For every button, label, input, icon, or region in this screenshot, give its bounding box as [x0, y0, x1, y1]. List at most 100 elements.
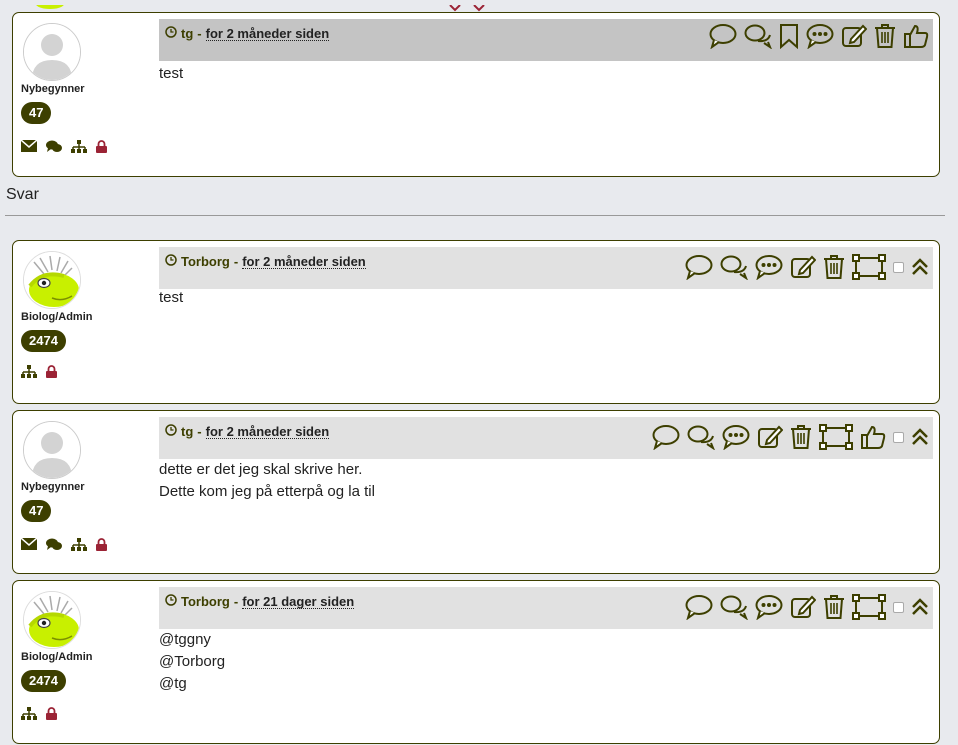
comments-icon[interactable]	[720, 594, 748, 620]
post-meta: Torborg - for 2 måneder siden	[165, 254, 366, 269]
post-meta: tg - for 2 måneder siden	[165, 26, 330, 41]
chevron-double-up-icon[interactable]	[911, 427, 929, 447]
post-body: @tggny @Torborg @tg	[159, 629, 225, 695]
comment-icon[interactable]	[709, 23, 737, 49]
clock-icon	[165, 254, 177, 269]
edit-icon[interactable]	[790, 594, 816, 620]
chevron-double-up-icon[interactable]	[911, 597, 929, 617]
lock-icon[interactable]	[46, 706, 57, 720]
edit-icon[interactable]	[790, 254, 816, 280]
trash-icon[interactable]	[823, 594, 845, 620]
user-icons	[21, 706, 57, 720]
post-author-link[interactable]: tg	[181, 424, 193, 439]
thumbs-up-icon[interactable]	[903, 23, 929, 49]
user-avatar-default[interactable]	[23, 421, 81, 479]
trash-icon[interactable]	[874, 23, 896, 49]
post-line: test	[159, 65, 184, 82]
comment-icon[interactable]	[685, 594, 713, 620]
post-header-bar: Torborg - for 2 måneder siden	[159, 247, 933, 289]
sitemap-icon[interactable]	[71, 537, 87, 551]
select-checkbox[interactable]	[893, 431, 904, 443]
post-count-badge: 47	[21, 102, 52, 124]
comment-dots-icon[interactable]	[755, 594, 783, 620]
select-frame-icon[interactable]	[819, 424, 853, 450]
post-actions	[652, 422, 929, 452]
user-icons	[21, 364, 57, 378]
sitemap-icon[interactable]	[21, 364, 37, 378]
post-actions	[685, 592, 929, 622]
sitemap-icon[interactable]	[71, 139, 87, 153]
reply-card: Biolog/Admin 2474 Torborg - for 2 månede…	[12, 240, 940, 404]
post-time-link[interactable]: for 2 måneder siden	[205, 425, 330, 439]
envelope-icon[interactable]	[21, 538, 37, 550]
post-time-link[interactable]: for 2 måneder siden	[205, 27, 330, 41]
sitemap-icon[interactable]	[21, 706, 37, 720]
post-line: test	[159, 289, 184, 306]
post-card: Nybegynner 47 tg - for 2 måneder siden t…	[12, 12, 940, 177]
trash-icon[interactable]	[823, 254, 845, 280]
user-icons	[21, 139, 107, 153]
user-avatar-default[interactable]	[23, 23, 81, 81]
bookmark-icon[interactable]	[779, 23, 799, 49]
post-count-badge: 2474	[21, 670, 66, 692]
post-author-link[interactable]: Torborg	[181, 254, 230, 269]
edit-icon[interactable]	[841, 23, 867, 49]
select-checkbox[interactable]	[893, 601, 904, 613]
post-body: dette er det jeg skal skrive her. Dette …	[159, 459, 375, 503]
comment-icon[interactable]	[685, 254, 713, 280]
post-meta: Torborg - for 21 dager siden	[165, 594, 355, 609]
post-body: test	[159, 63, 183, 85]
user-avatar-admin[interactable]	[23, 591, 81, 649]
top-strip-partial	[0, 0, 958, 12]
lock-icon[interactable]	[46, 364, 57, 378]
post-time-link[interactable]: for 2 måneder siden	[242, 255, 366, 269]
post-meta: tg - for 2 måneder siden	[165, 424, 330, 439]
lock-icon[interactable]	[96, 537, 107, 551]
comment-icon[interactable]	[652, 424, 680, 450]
comment-dots-icon[interactable]	[755, 254, 783, 280]
post-line: dette er det jeg skal skrive her.	[159, 461, 363, 478]
post-header-bar: Torborg - for 21 dager siden	[159, 587, 933, 629]
post-author-link[interactable]: tg	[181, 26, 193, 41]
reply-heading: Svar	[6, 186, 39, 203]
post-body: test	[159, 287, 183, 309]
user-rank: Nybegynner	[21, 83, 85, 95]
meta-separator: -	[197, 424, 202, 439]
comment-dots-icon[interactable]	[806, 23, 834, 49]
chat-bubbles-icon[interactable]	[46, 140, 62, 153]
post-count-badge: 47	[21, 500, 52, 522]
user-icons	[21, 537, 107, 551]
post-actions	[685, 252, 929, 282]
clock-icon	[165, 594, 177, 609]
post-line: @Torborg	[159, 653, 226, 670]
envelope-icon[interactable]	[21, 140, 37, 152]
post-line: @tggny	[159, 631, 211, 648]
select-frame-icon[interactable]	[852, 594, 886, 620]
thumbs-up-icon[interactable]	[860, 424, 886, 450]
comments-icon[interactable]	[720, 254, 748, 280]
meta-separator: -	[233, 594, 239, 609]
chat-bubbles-icon[interactable]	[46, 538, 62, 551]
post-header-bar: tg - for 2 måneder siden	[159, 417, 933, 459]
clock-icon	[165, 26, 177, 41]
post-author-link[interactable]: Torborg	[181, 594, 230, 609]
trash-icon[interactable]	[790, 424, 812, 450]
lock-icon[interactable]	[96, 139, 107, 153]
user-rank: Biolog/Admin	[21, 651, 93, 663]
select-checkbox[interactable]	[893, 261, 904, 273]
user-rank: Biolog/Admin	[21, 311, 93, 323]
edit-icon[interactable]	[757, 424, 783, 450]
post-header-bar: tg - for 2 måneder siden	[159, 19, 933, 61]
comment-dots-icon[interactable]	[722, 424, 750, 450]
post-line: @tg	[159, 675, 187, 692]
user-avatar-admin[interactable]	[23, 251, 81, 309]
comments-icon[interactable]	[687, 424, 715, 450]
chevron-double-up-icon[interactable]	[911, 257, 929, 277]
post-time-link[interactable]: for 21 dager siden	[242, 595, 355, 609]
select-frame-icon[interactable]	[852, 254, 886, 280]
meta-separator: -	[233, 254, 239, 269]
post-actions	[709, 21, 929, 51]
comments-icon[interactable]	[744, 23, 772, 49]
post-line: Dette kom jeg på etterpå og la til	[159, 483, 375, 500]
clock-icon	[165, 424, 177, 439]
